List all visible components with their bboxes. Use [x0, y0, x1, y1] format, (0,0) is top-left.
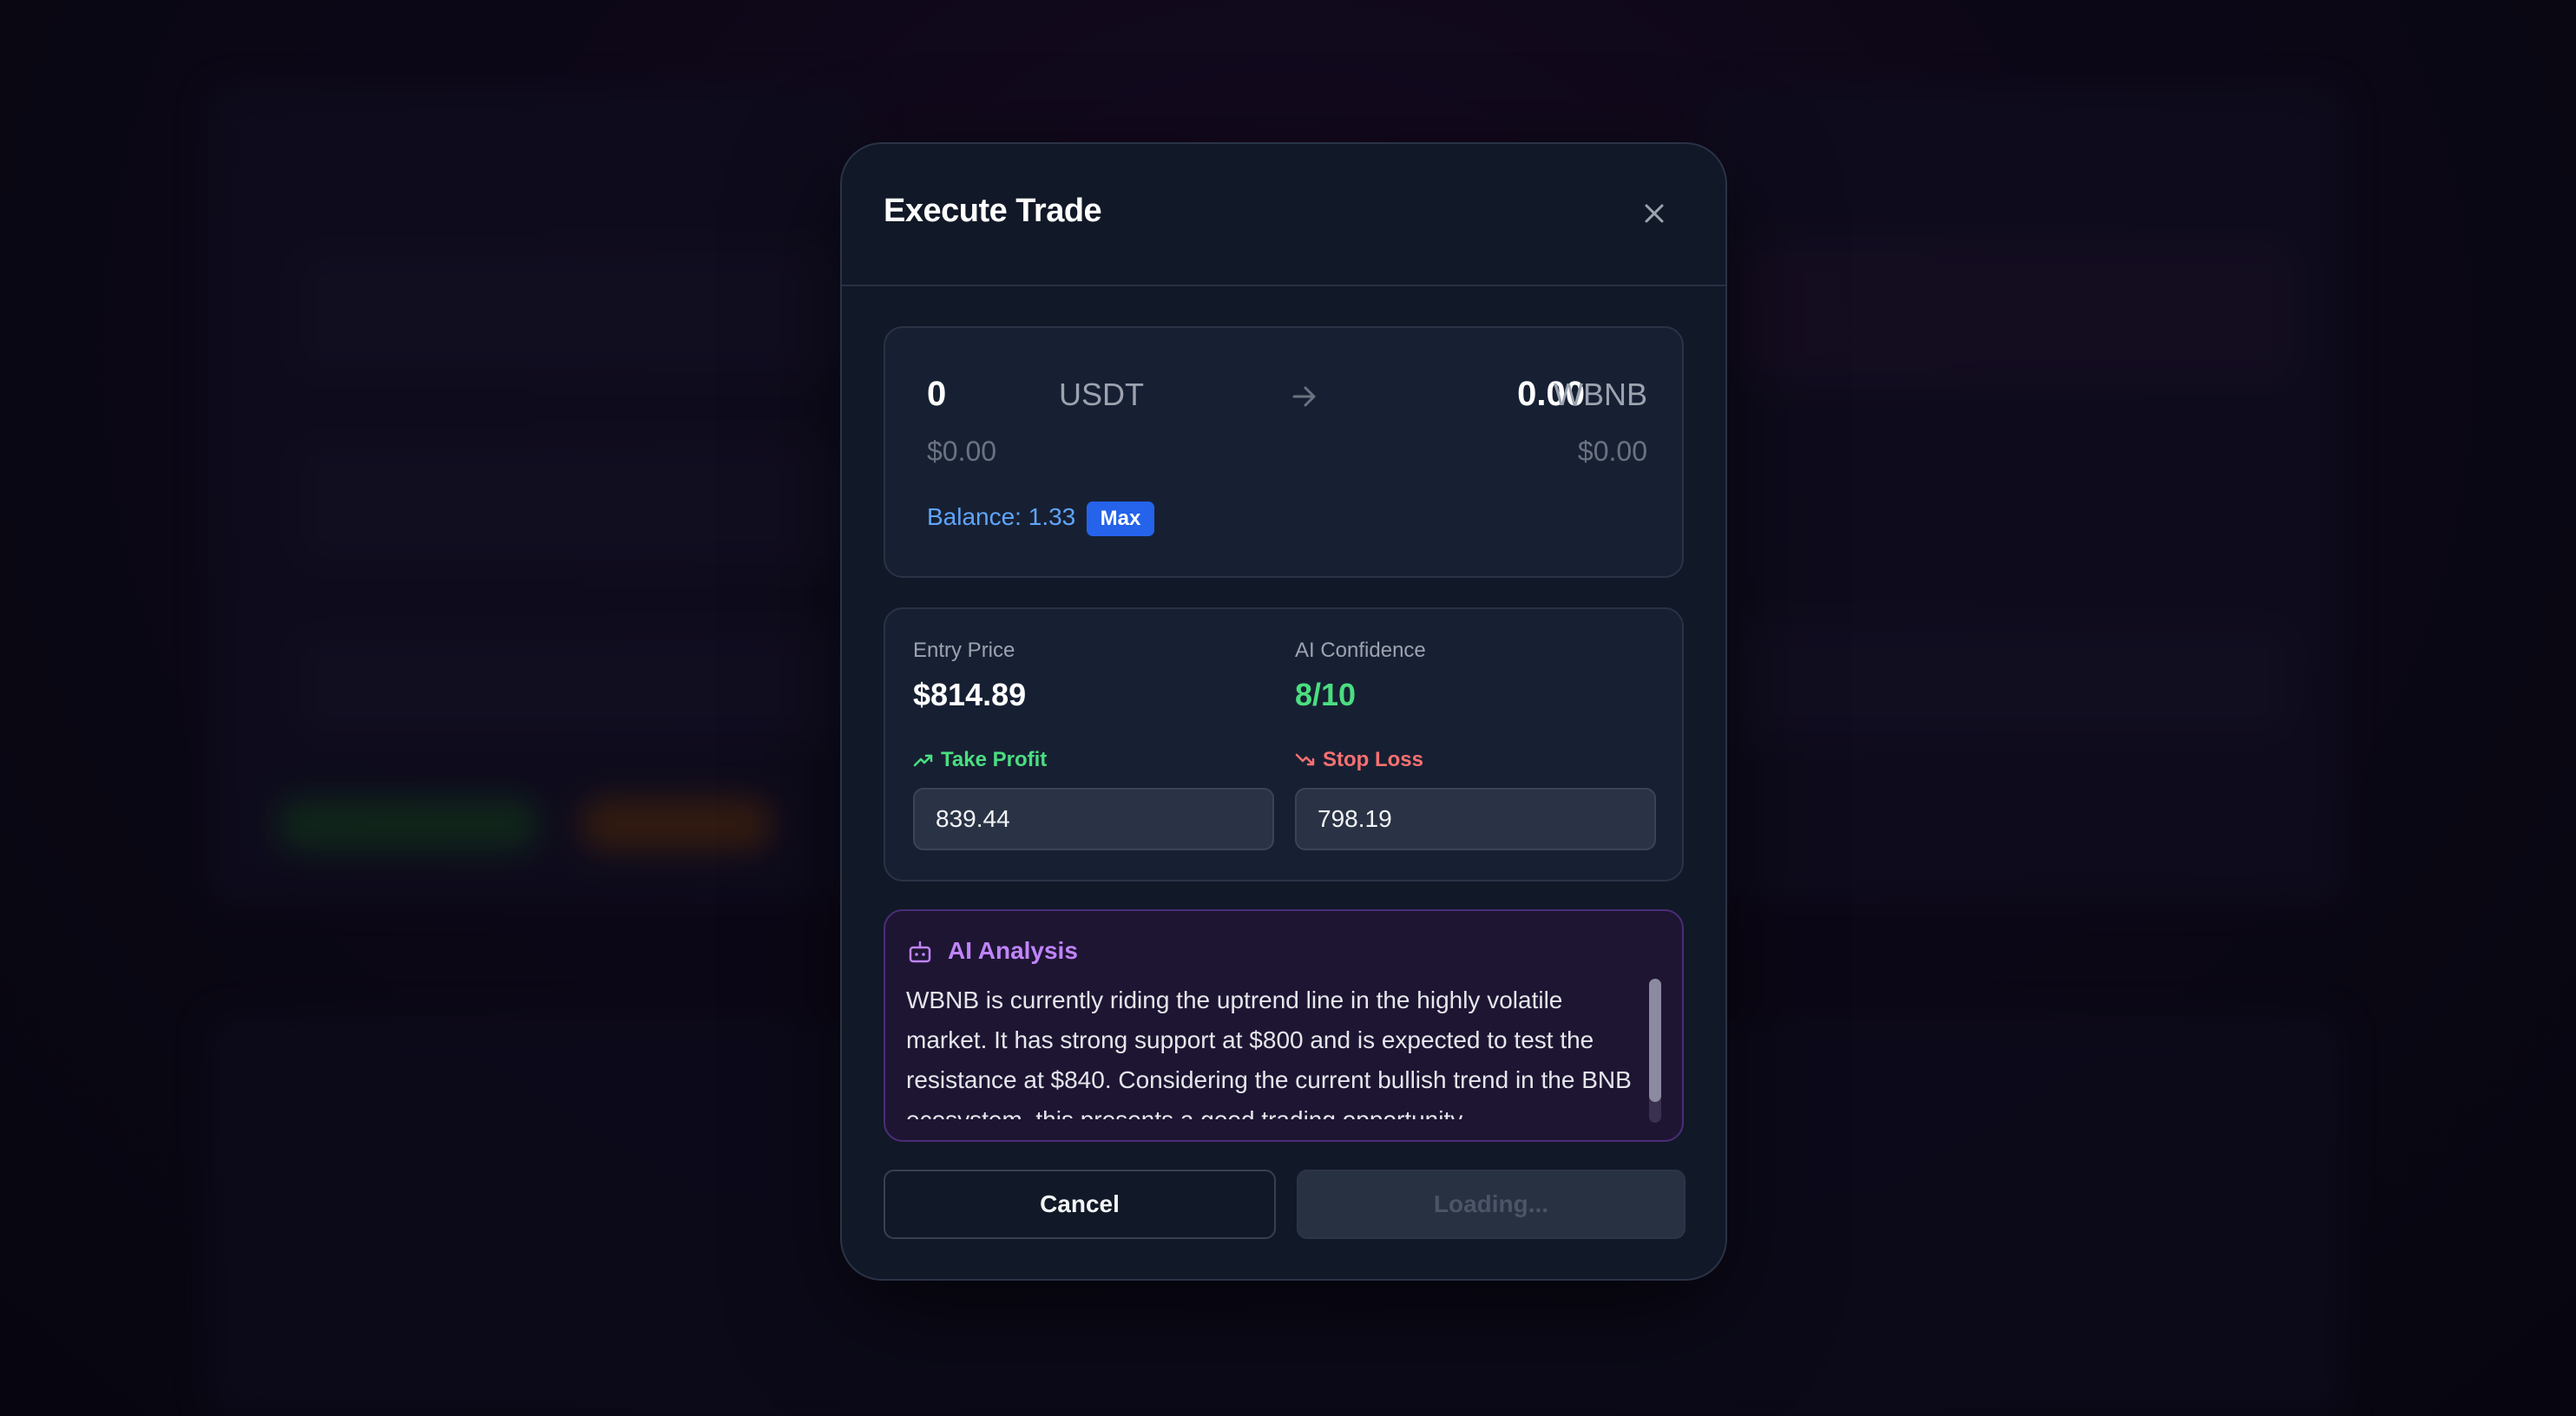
- trade-params-card: Entry Price $814.89 AI Confidence 8/10 T…: [884, 607, 1684, 882]
- stop-loss-input[interactable]: [1295, 788, 1656, 850]
- take-profit-label-row: Take Profit: [913, 748, 1047, 772]
- analysis-scrollbar-thumb[interactable]: [1649, 979, 1661, 1102]
- modal-title: Execute Trade: [884, 193, 1102, 229]
- modal-header: Execute Trade: [842, 144, 1725, 286]
- arrow-right-icon: [1292, 386, 1316, 407]
- trending-up-icon: [913, 754, 933, 767]
- take-profit-input[interactable]: [913, 788, 1274, 850]
- close-icon: [1645, 204, 1664, 223]
- execute-button-loading[interactable]: Loading...: [1297, 1170, 1686, 1239]
- close-button[interactable]: [1639, 198, 1670, 229]
- from-usd-value: $0.00: [927, 436, 997, 467]
- from-token: USDT: [1059, 377, 1144, 412]
- ai-analysis-text: WBNB is currently riding the uptrend lin…: [906, 987, 1632, 1119]
- max-button[interactable]: Max: [1087, 502, 1154, 536]
- entry-price-label: Entry Price: [913, 639, 1015, 662]
- swap-card: 0 USDT 0.00 WBNB $0.00 $0.00 Balance: 1.…: [884, 326, 1684, 578]
- stop-loss-label-row: Stop Loss: [1295, 748, 1423, 772]
- stop-loss-label: Stop Loss: [1323, 748, 1424, 771]
- to-usd-value: $0.00: [1577, 436, 1647, 467]
- ai-analysis-title: AI Analysis: [948, 937, 1078, 964]
- ai-analysis-card: AI Analysis WBNB is currently riding the…: [884, 909, 1684, 1142]
- entry-price-value: $814.89: [913, 677, 1027, 712]
- ai-confidence-value: 8/10: [1295, 677, 1357, 712]
- ai-confidence-label: AI Confidence: [1295, 639, 1426, 662]
- cancel-button[interactable]: Cancel: [884, 1170, 1276, 1239]
- balance-text: Balance: 1.33: [927, 503, 1076, 530]
- trending-down-icon: [1295, 753, 1315, 766]
- to-token: WBNB: [1554, 377, 1647, 412]
- analysis-scrollbar[interactable]: [1649, 979, 1661, 1123]
- take-profit-label: Take Profit: [941, 748, 1048, 771]
- from-amount[interactable]: 0: [927, 375, 946, 414]
- robot-icon: [909, 941, 931, 963]
